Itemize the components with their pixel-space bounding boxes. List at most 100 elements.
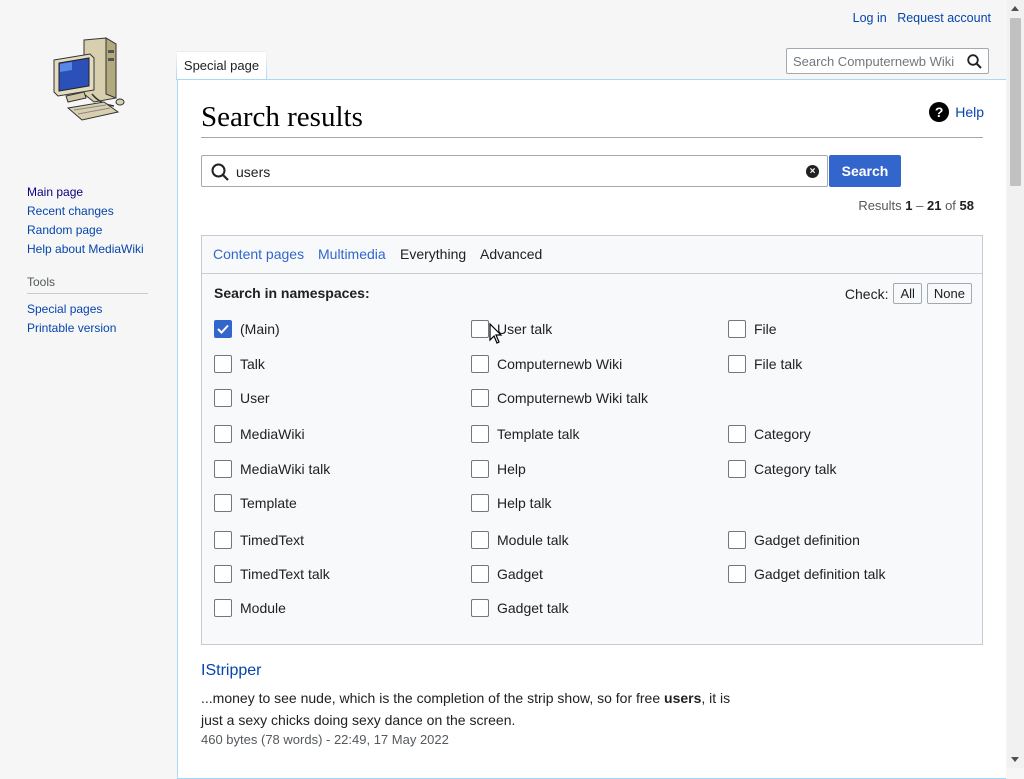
main-content: Search results ? Help users × Search Res… bbox=[177, 79, 1006, 779]
scroll-down-icon[interactable] bbox=[1011, 757, 1019, 762]
namespace-checkbox[interactable] bbox=[214, 599, 232, 617]
namespace-checkbox[interactable] bbox=[214, 460, 232, 478]
help-label: Help bbox=[955, 104, 984, 120]
search-input[interactable]: users × bbox=[201, 155, 828, 187]
namespace-checkbox-item[interactable]: Category bbox=[728, 425, 811, 443]
page-scrollbar[interactable] bbox=[1007, 0, 1024, 768]
tab-everything[interactable]: Everything bbox=[400, 246, 466, 262]
namespace-checkbox[interactable] bbox=[214, 389, 232, 407]
namespace-label: User bbox=[240, 390, 270, 406]
help-link[interactable]: ? Help bbox=[929, 102, 984, 122]
search-profile-tabs: Content pages Multimedia Everything Adva… bbox=[202, 236, 982, 274]
clear-icon[interactable]: × bbox=[806, 165, 819, 178]
page-title: Search results bbox=[201, 101, 363, 133]
namespace-checkbox[interactable] bbox=[471, 355, 489, 373]
snippet-text: ...money to see nude, which is the compl… bbox=[201, 690, 665, 706]
login-link[interactable]: Log in bbox=[853, 11, 887, 25]
namespace-checkbox-item[interactable]: Computernewb Wiki bbox=[471, 355, 622, 373]
namespace-checkbox[interactable] bbox=[214, 494, 232, 512]
sidebar-item-random-page[interactable]: Random page bbox=[27, 223, 167, 237]
personal-tools: Log in Request account bbox=[846, 11, 991, 25]
namespace-checkbox-item[interactable]: File bbox=[728, 320, 777, 338]
namespace-checkbox[interactable] bbox=[471, 599, 489, 617]
namespace-checkbox-item[interactable]: TimedText bbox=[214, 531, 304, 549]
namespace-checkbox[interactable] bbox=[471, 531, 489, 549]
namespace-checkbox[interactable] bbox=[471, 565, 489, 583]
namespace-checkbox[interactable] bbox=[471, 425, 489, 443]
result-title-link[interactable]: IStripper bbox=[201, 662, 261, 680]
namespace-checkbox[interactable] bbox=[471, 320, 489, 338]
request-account-link[interactable]: Request account bbox=[897, 11, 991, 25]
namespace-checkbox-item[interactable]: Module talk bbox=[471, 531, 569, 549]
scrollbar-thumb[interactable] bbox=[1010, 18, 1021, 186]
header-search-input[interactable] bbox=[787, 49, 963, 73]
namespace-checkbox-item[interactable]: TimedText talk bbox=[214, 565, 330, 583]
namespace-checkbox[interactable] bbox=[728, 320, 746, 338]
results-count: Results 1 – 21 of 58 bbox=[858, 198, 974, 213]
check-controls: Check: All None bbox=[845, 283, 972, 304]
tab-content-pages[interactable]: Content pages bbox=[213, 246, 304, 262]
namespace-checkbox[interactable] bbox=[214, 531, 232, 549]
site-logo[interactable] bbox=[48, 36, 132, 128]
namespace-checkbox-item[interactable]: Template bbox=[214, 494, 297, 512]
tab-special-page[interactable]: Special page bbox=[176, 51, 267, 80]
namespace-label: TimedText talk bbox=[240, 566, 330, 582]
namespace-label: User talk bbox=[497, 321, 553, 337]
sidebar-item-help[interactable]: Help about MediaWiki bbox=[27, 242, 167, 256]
checkmark-icon bbox=[217, 324, 229, 334]
namespace-checkbox-item[interactable]: Gadget bbox=[471, 565, 543, 583]
tools-heading: Tools bbox=[27, 275, 148, 294]
namespace-checkbox-item[interactable]: User bbox=[214, 389, 270, 407]
namespace-checkbox[interactable] bbox=[214, 425, 232, 443]
namespace-checkbox[interactable] bbox=[471, 460, 489, 478]
namespace-checkbox-item[interactable]: Help talk bbox=[471, 494, 551, 512]
namespace-checkbox[interactable] bbox=[214, 565, 232, 583]
namespace-label: File talk bbox=[754, 356, 803, 372]
namespace-checkbox[interactable] bbox=[471, 389, 489, 407]
tab-multimedia[interactable]: Multimedia bbox=[318, 246, 386, 262]
namespace-checkbox-item[interactable]: Talk bbox=[214, 355, 265, 373]
check-label: Check: bbox=[844, 285, 889, 302]
namespace-label: Module talk bbox=[497, 532, 569, 548]
namespace-checkbox[interactable] bbox=[728, 355, 746, 373]
namespace-checkbox[interactable] bbox=[728, 425, 746, 443]
scroll-up-icon[interactable] bbox=[1011, 6, 1019, 11]
namespace-checkbox[interactable] bbox=[471, 494, 489, 512]
search-query: users bbox=[236, 164, 271, 180]
search-button[interactable]: Search bbox=[829, 155, 901, 187]
namespace-checkbox-item[interactable]: (Main) bbox=[214, 320, 280, 338]
sidebar-item-recent-changes[interactable]: Recent changes bbox=[27, 204, 167, 218]
namespace-checkbox[interactable] bbox=[728, 565, 746, 583]
namespace-label: MediaWiki talk bbox=[240, 461, 331, 477]
namespace-checkbox[interactable] bbox=[214, 355, 232, 373]
namespace-checkbox-item[interactable]: Gadget talk bbox=[471, 599, 569, 617]
sidebar: Main page Recent changes Random page Hel… bbox=[27, 185, 167, 340]
check-all-button[interactable]: All bbox=[893, 283, 922, 304]
namespace-checkbox[interactable] bbox=[214, 320, 232, 338]
sidebar-item-special-pages[interactable]: Special pages bbox=[27, 302, 167, 316]
namespace-checkbox[interactable] bbox=[728, 460, 746, 478]
namespace-checkbox-item[interactable]: Gadget definition talk bbox=[728, 565, 886, 583]
namespace-checkbox-item[interactable]: MediaWiki bbox=[214, 425, 305, 443]
help-icon: ? bbox=[929, 102, 950, 122]
tab-advanced[interactable]: Advanced bbox=[480, 246, 542, 262]
namespace-checkbox[interactable] bbox=[728, 531, 746, 549]
namespace-checkbox-item[interactable]: Help bbox=[471, 460, 526, 478]
sidebar-item-printable-version[interactable]: Printable version bbox=[27, 321, 167, 335]
namespace-checkbox-item[interactable]: User talk bbox=[471, 320, 552, 338]
namespace-label: (Main) bbox=[240, 321, 280, 337]
namespace-label: Gadget definition talk bbox=[754, 566, 886, 582]
search-icon[interactable] bbox=[967, 54, 982, 69]
namespace-checkbox-item[interactable]: Module bbox=[214, 599, 286, 617]
sidebar-item-main-page[interactable]: Main page bbox=[27, 185, 167, 199]
namespace-label: Category bbox=[754, 426, 811, 442]
namespace-checkbox-item[interactable]: Computernewb Wiki talk bbox=[471, 389, 648, 407]
check-none-button[interactable]: None bbox=[926, 283, 972, 304]
namespace-checkbox-item[interactable]: Category talk bbox=[728, 460, 836, 478]
results-end: 21 bbox=[926, 198, 942, 213]
namespace-checkbox-item[interactable]: File talk bbox=[728, 355, 802, 373]
namespace-label: Gadget talk bbox=[497, 600, 569, 616]
namespace-checkbox-item[interactable]: MediaWiki talk bbox=[214, 460, 330, 478]
namespace-checkbox-item[interactable]: Gadget definition bbox=[728, 531, 860, 549]
namespace-checkbox-item[interactable]: Template talk bbox=[471, 425, 579, 443]
